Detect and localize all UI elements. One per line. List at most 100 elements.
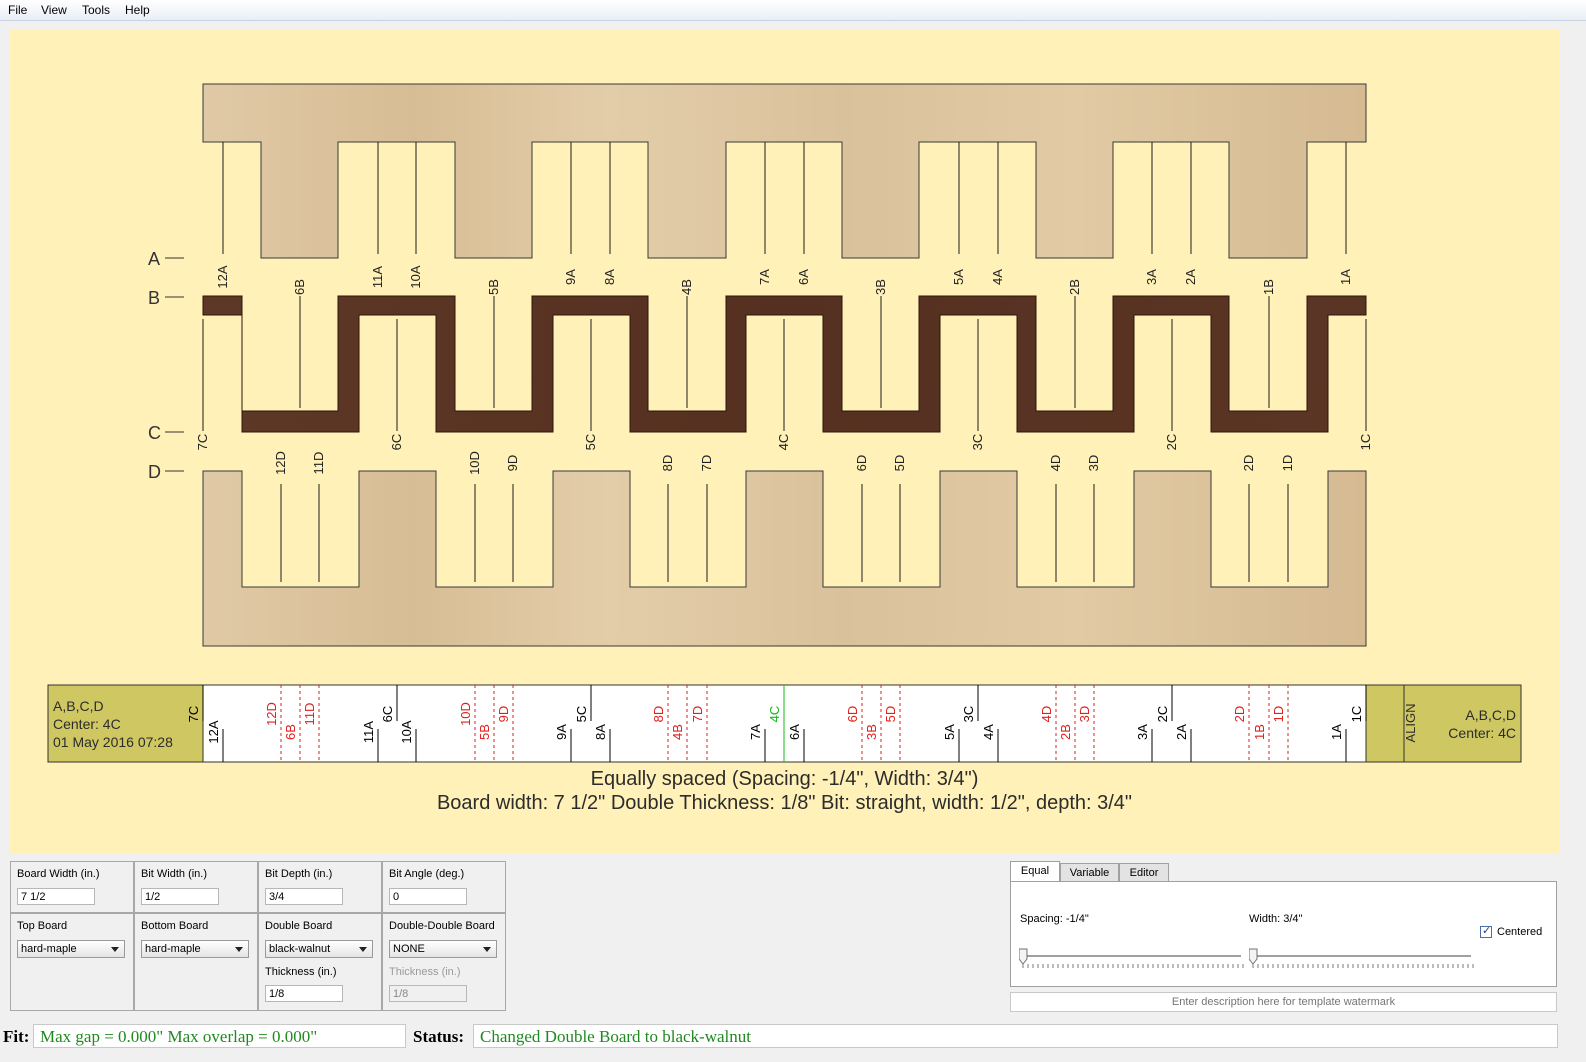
board-label-c: C — [148, 423, 161, 443]
template-cut-label: 3A — [1135, 724, 1150, 740]
cut-label-d: 6D — [854, 455, 869, 472]
template-cut-label: 1B — [1252, 724, 1267, 740]
cut-label-a: 8A — [602, 269, 617, 285]
cut-label-a: 10A — [408, 265, 423, 288]
double-board-cell: Double Board black-walnut Thickness (in.… — [258, 913, 382, 1011]
cut-label-d: 7D — [699, 455, 714, 472]
template-cut-label: 5A — [942, 724, 957, 740]
menu-help[interactable]: Help — [125, 3, 150, 17]
template-cut-label: 6D — [845, 706, 860, 723]
board-width-input[interactable] — [17, 888, 95, 905]
double-thickness-input[interactable] — [265, 985, 343, 1002]
tab-variable[interactable]: Variable — [1060, 863, 1119, 881]
template-cut-label: 7D — [690, 706, 705, 723]
template-cut-label: 4C — [767, 706, 782, 723]
template-cut-label: 7A — [748, 724, 763, 740]
menu-file[interactable]: File — [8, 3, 27, 17]
spacing-panel: Equal Variable Editor Spacing: -1/4" Wid… — [1009, 861, 1558, 1012]
template-cut-label: 4A — [981, 724, 996, 740]
bit-depth-input[interactable] — [265, 888, 343, 905]
board-d — [202, 470, 1367, 647]
cut-label-b: 3B — [873, 279, 888, 295]
template-left-info: 01 May 2016 07:28 — [53, 734, 173, 750]
cut-label-d: 1D — [1280, 455, 1295, 472]
menu-view[interactable]: View — [41, 3, 67, 17]
chevron-down-icon — [483, 947, 491, 952]
double-double-board-select[interactable]: NONE — [389, 940, 497, 958]
template-cut-label: 5C — [574, 706, 589, 723]
top-board-select[interactable]: hard-maple — [17, 940, 125, 958]
cut-label-b: 2B — [1067, 279, 1082, 295]
centered-label: Centered — [1497, 926, 1543, 938]
template-cut-label: 6C — [380, 706, 395, 723]
double-double-thickness-input — [389, 985, 467, 1002]
watermark-input[interactable] — [1010, 992, 1557, 1012]
cut-label-d: 9D — [505, 455, 520, 472]
template-cut-label: 1C — [1349, 706, 1364, 723]
board-width-label: Board Width (in.) — [17, 868, 100, 880]
tab-editor[interactable]: Editor — [1119, 863, 1169, 881]
double-board-label: Double Board — [265, 920, 333, 932]
equal-tab-content: Spacing: -1/4" Width: 3/4" ✓ Centered — [1010, 881, 1557, 987]
bottom-board-label: Bottom Board — [141, 920, 209, 932]
template-cut-label: 8A — [593, 724, 608, 740]
board-width-cell: Board Width (in.) — [10, 861, 134, 913]
double-board-value: black-walnut — [269, 943, 331, 955]
bit-angle-input[interactable] — [389, 888, 467, 905]
template-align-block — [1365, 684, 1405, 763]
template-cut-label: 2A — [1174, 724, 1189, 740]
menu-tools[interactable]: Tools — [82, 3, 110, 17]
bit-depth-cell: Bit Depth (in.) — [258, 861, 382, 913]
cut-label-a: 2A — [1183, 269, 1198, 285]
spacing-slider[interactable] — [1019, 948, 1244, 978]
template-right-info: Center: 4C — [1448, 725, 1516, 741]
cut-label-a: 9A — [563, 269, 578, 285]
double-board-select[interactable]: black-walnut — [265, 940, 373, 958]
centered-checkbox[interactable]: ✓ — [1480, 925, 1492, 938]
template-cut-label: 1A — [1329, 724, 1344, 740]
fit-value: Max gap = 0.000" Max overlap = 0.000" — [33, 1024, 406, 1048]
cut-label-b: 1B — [1261, 279, 1276, 295]
bit-width-input[interactable] — [141, 888, 219, 905]
cut-label-a: 3A — [1144, 269, 1159, 285]
cut-label-d: 8D — [660, 455, 675, 472]
check-icon: ✓ — [1482, 925, 1492, 937]
template-cut-label: 12D — [264, 702, 279, 726]
cut-label-a: 1A — [1338, 269, 1353, 285]
board-label-b: B — [148, 288, 160, 308]
template-cut-label: 9D — [496, 706, 511, 723]
spacing-slider-thumb — [1019, 948, 1028, 965]
spacing-tabs: Equal Variable Editor — [1010, 861, 1170, 883]
spacing-info: Equally spaced (Spacing: -1/4", Width: 3… — [590, 768, 979, 790]
template-left-info: A,B,C,D — [53, 698, 104, 714]
top-board-value: hard-maple — [21, 943, 77, 955]
tab-equal[interactable]: Equal — [1010, 861, 1060, 881]
cut-label-c: 3C — [970, 434, 985, 451]
template-cut-label: 4B — [670, 724, 685, 740]
double-thickness-label: Thickness (in.) — [265, 966, 337, 978]
template-cut-label: 3C — [961, 706, 976, 723]
width-slider[interactable] — [1249, 948, 1474, 978]
joint-canvas: 12A 11A 10A 9A 8A 7A 6A 5A 4A 3A 2A 1A 6B 5B 4B 3B 2B 1B 7… — [10, 29, 1559, 854]
double-double-board-cell: Double-Double Board NONE Thickness (in.) — [382, 913, 506, 1011]
width-label: Width: 3/4" — [1249, 913, 1303, 925]
chevron-down-icon — [235, 947, 243, 952]
double-double-board-label: Double-Double Board — [389, 920, 495, 932]
template-cut-label: 7C — [186, 706, 201, 723]
template-cut-label: 4D — [1039, 706, 1054, 723]
cut-label-b: 4B — [679, 279, 694, 295]
cut-label-c: 2C — [1164, 434, 1179, 451]
template-right-panel — [1403, 684, 1522, 763]
template-cut-label: 8D — [651, 706, 666, 723]
top-board-label: Top Board — [17, 920, 68, 932]
status-value: Changed Double Board to black-walnut — [473, 1024, 1558, 1048]
bottom-board-select[interactable]: hard-maple — [141, 940, 249, 958]
chevron-down-icon — [111, 947, 119, 952]
width-slider-thumb — [1249, 948, 1258, 965]
cut-label-c: 5C — [583, 434, 598, 451]
top-board-cell: Top Board hard-maple — [10, 913, 134, 1011]
template-cut-label: 12A — [206, 720, 221, 743]
menu-bar: File View Tools Help — [0, 0, 1586, 21]
cut-label-c: 4C — [776, 434, 791, 451]
board-parameters-panel: Board Width (in.) Bit Width (in.) Bit De… — [10, 861, 506, 1011]
